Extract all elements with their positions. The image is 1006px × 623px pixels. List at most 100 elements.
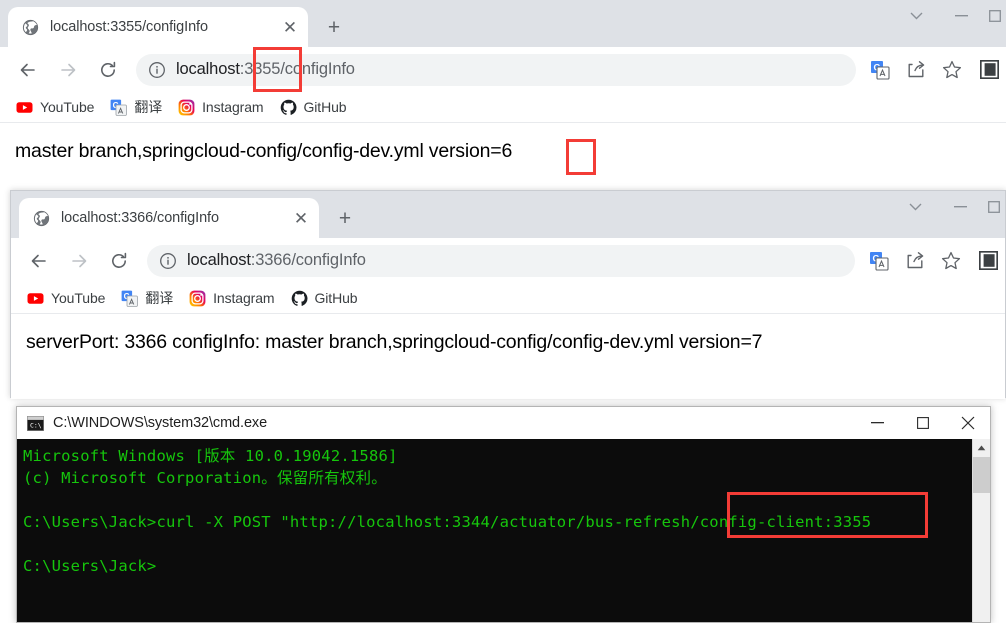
new-tab-button[interactable]: +	[331, 204, 359, 232]
bookmark-instagram[interactable]: Instagram	[174, 96, 271, 119]
screenshot-stage: localhost:3355/configInfo ✕ + localhost:…	[0, 0, 1006, 623]
config-info-text: master branch,springcloud-config/config-…	[15, 140, 513, 162]
tab-active-underline	[8, 47, 308, 50]
youtube-icon	[27, 290, 44, 307]
youtube-icon	[16, 99, 33, 116]
bookmark-label: 翻译	[145, 290, 174, 306]
url-host: localhost	[187, 251, 251, 269]
bookmark-label: YouTube	[40, 99, 95, 115]
config-info-text: serverPort: 3366 configInfo: master bran…	[26, 331, 763, 353]
cmd-command-line: C:\Users\Jack>curl -X POST "http://local…	[23, 513, 872, 531]
tab-strip: localhost:3366/configInfo ✕ +	[11, 191, 1005, 241]
browser-toolbar: localhost:3366/configInfo G	[11, 238, 1005, 283]
bookmark-label: Instagram	[213, 290, 275, 306]
new-tab-button[interactable]: +	[320, 13, 348, 41]
svg-text:C:\: C:\	[30, 421, 42, 429]
cmd-window: C:\ C:\WINDOWS\system32\cmd.exe Microsof…	[16, 406, 991, 623]
share-icon[interactable]	[900, 246, 930, 276]
tab-search-chevron-down-icon[interactable]	[894, 0, 939, 32]
forward-arrow-icon[interactable]	[62, 244, 96, 278]
tab-close-icon[interactable]: ✕	[278, 15, 302, 39]
cmd-prompt-line: C:\Users\Jack>	[23, 557, 157, 575]
tab-active-underline	[19, 238, 319, 241]
bookmarks-bar: YouTube G 翻译	[11, 283, 1005, 314]
bookmarks-bar: YouTube G 翻译	[0, 92, 1006, 123]
bookmark-label: GitHub	[303, 99, 347, 115]
url-host: localhost	[176, 60, 240, 78]
address-bar[interactable]: localhost:3355/configInfo	[136, 53, 856, 86]
page-content: master branch,springcloud-config/config-…	[0, 123, 1006, 190]
star-icon[interactable]	[936, 246, 966, 276]
browser-tab[interactable]: localhost:3355/configInfo ✕	[8, 7, 308, 50]
maximize-button[interactable]	[983, 191, 1005, 223]
cmd-blank-line	[23, 533, 990, 555]
cmd-output-line: (c) Microsoft Corporation。保留所有权利。	[23, 469, 387, 487]
back-arrow-icon[interactable]	[22, 244, 56, 278]
github-icon	[280, 99, 297, 116]
page-content: serverPort: 3366 configInfo: master bran…	[11, 314, 1005, 399]
cmd-minimize-button[interactable]	[855, 407, 900, 439]
scroll-up-arrow-icon[interactable]	[973, 439, 990, 457]
share-icon[interactable]	[901, 55, 931, 85]
google-translate-icon: G	[110, 99, 128, 116]
bookmark-label: GitHub	[314, 290, 358, 306]
bookmark-instagram[interactable]: Instagram	[185, 287, 282, 310]
maximize-button[interactable]	[984, 0, 1006, 32]
minimize-button[interactable]	[939, 0, 984, 32]
side-panel-icon[interactable]	[976, 55, 1002, 85]
translate-icon[interactable]: G	[864, 246, 894, 276]
browser-window-3355: localhost:3355/configInfo ✕ + localhost:…	[0, 0, 1006, 190]
address-bar[interactable]: localhost:3366/configInfo	[147, 244, 855, 277]
url-port: :3366	[250, 251, 292, 269]
instagram-icon	[178, 99, 195, 116]
cmd-terminal-body[interactable]: Microsoft Windows [版本 10.0.19042.1586] (…	[17, 439, 990, 622]
bookmark-translate[interactable]: G 翻译	[106, 94, 170, 120]
side-panel-icon[interactable]	[975, 246, 1001, 276]
tab-title: localhost:3366/configInfo	[61, 210, 219, 226]
translate-icon[interactable]: G	[865, 55, 895, 85]
bookmark-youtube[interactable]: YouTube	[23, 287, 113, 310]
info-circle-icon[interactable]	[148, 61, 166, 79]
tab-search-chevron-down-icon[interactable]	[893, 191, 938, 223]
browser-toolbar: localhost:3355/configInfo G	[0, 47, 1006, 92]
bookmark-youtube[interactable]: YouTube	[12, 96, 102, 119]
bookmark-label: 翻译	[134, 99, 163, 115]
bookmark-label: Instagram	[202, 99, 264, 115]
github-icon	[291, 290, 308, 307]
cmd-scrollbar[interactable]	[972, 439, 990, 622]
tab-close-icon[interactable]: ✕	[289, 206, 313, 230]
browser-window-3366: localhost:3366/configInfo ✕ + localhost:…	[10, 190, 1006, 399]
globe-icon	[22, 19, 39, 36]
bookmark-label: YouTube	[51, 290, 106, 306]
star-icon[interactable]	[937, 55, 967, 85]
cmd-close-button[interactable]	[945, 407, 990, 439]
cmd-scrollbar-thumb[interactable]	[973, 457, 990, 493]
address-bar-text: localhost:3355/configInfo	[176, 60, 355, 79]
cmd-title-bar: C:\ C:\WINDOWS\system32\cmd.exe	[17, 407, 990, 439]
tab-title: localhost:3355/configInfo	[50, 19, 208, 35]
back-arrow-icon[interactable]	[11, 53, 45, 87]
address-bar-text: localhost:3366/configInfo	[187, 251, 366, 270]
google-translate-icon: G	[121, 290, 139, 307]
cmd-icon: C:\	[27, 415, 44, 431]
bookmark-github[interactable]: GitHub	[287, 287, 366, 310]
minimize-button[interactable]	[938, 191, 983, 223]
url-path: /configInfo	[291, 251, 366, 269]
bookmark-github[interactable]: GitHub	[276, 96, 355, 119]
info-circle-icon[interactable]	[159, 252, 177, 270]
cmd-maximize-button[interactable]	[900, 407, 945, 439]
cmd-blank-line	[23, 489, 990, 511]
url-path: /configInfo	[280, 60, 355, 78]
bookmark-translate[interactable]: G 翻译	[117, 285, 181, 311]
forward-arrow-icon[interactable]	[51, 53, 85, 87]
cmd-output-line: Microsoft Windows [版本 10.0.19042.1586]	[23, 447, 398, 465]
url-port: :3355	[239, 60, 281, 78]
window-controls	[893, 191, 1005, 238]
reload-icon[interactable]	[91, 53, 125, 87]
window-controls	[894, 0, 1006, 47]
globe-icon	[33, 210, 50, 227]
cmd-title-text: C:\WINDOWS\system32\cmd.exe	[53, 415, 268, 431]
tab-strip: localhost:3355/configInfo ✕ +	[0, 0, 1006, 50]
reload-icon[interactable]	[102, 244, 136, 278]
browser-tab[interactable]: localhost:3366/configInfo ✕	[19, 198, 319, 241]
